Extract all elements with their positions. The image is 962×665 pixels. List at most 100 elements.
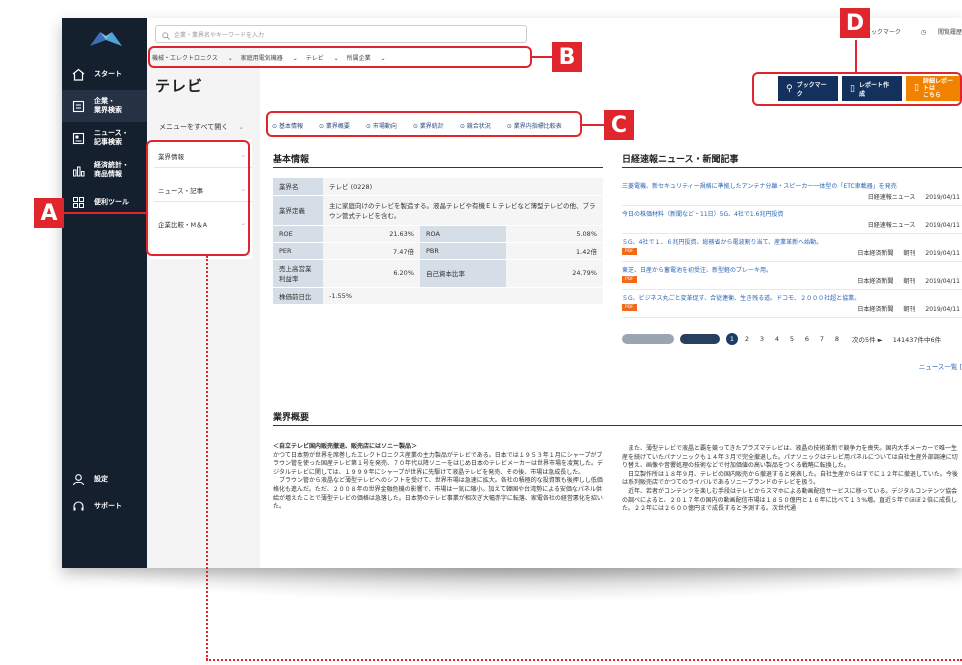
news-headline[interactable]: ５G、4社で１．６兆円投資、総務省から電波割り当て、産業革新へ始動。 <box>622 237 962 246</box>
bookmark-link[interactable]: ブックマーク <box>865 27 901 36</box>
overview-right-column: また、薄型テレビで液晶と覇を競ってきたプラズマテレビは、液晶の技術革新で競争力を… <box>622 445 962 514</box>
annotation-leader-c <box>582 124 604 126</box>
pdf-badge[interactable]: PDF <box>622 304 637 311</box>
stock-change-value: -1.55% <box>323 287 603 305</box>
news-item[interactable]: ５G、ビジネス丸ごと変革促す、合従連衡、生き残る道。ドコモ、２０００社超と協業。… <box>622 290 962 318</box>
news-meta: 日経速報ニュース 2019/04/11 <box>858 192 960 201</box>
news-date: 2019/04/11 <box>925 222 960 229</box>
annotation-box-c <box>266 111 582 137</box>
sidebar-item-news-search[interactable]: ニュース・ 記事検索 <box>62 122 147 154</box>
news-date: 2019/04/11 <box>925 306 960 313</box>
basic-info-title: 基本情報 <box>273 155 310 165</box>
annotation-leader-b <box>532 56 552 58</box>
table-row: 売上高営業利益率 6.20% 自己資本比率 24.79% <box>273 259 603 288</box>
page-button[interactable]: 2 <box>741 333 753 345</box>
top-links: ブックマーク ◷ 閲覧履歴 <box>855 27 962 36</box>
sidebar-item-label: ニュース・ 記事検索 <box>94 129 129 146</box>
pdf-badge[interactable]: PDF <box>622 276 637 283</box>
news-headline[interactable]: ５G、ビジネス丸ごと変革促す、合従連衡、生き残る道。ドコモ、２０００社超と協業。 <box>622 293 962 302</box>
menu-expand-label: メニューをすべて開く <box>159 123 229 131</box>
basic-info-table: 業界名 テレビ (0228) 業界定義 主に家庭向けのテレビを製造する。液晶テレ… <box>273 178 603 305</box>
pdf-badge[interactable]: PDF <box>622 248 637 255</box>
news-meta: 日本経済新聞 朝刊 2019/04/11 <box>847 248 960 257</box>
page-button[interactable]: 6 <box>801 333 813 345</box>
window-shadow <box>58 566 962 602</box>
sidebar-item-support[interactable]: サポート <box>62 490 147 522</box>
news-meta: 日本経済新聞 朝刊 2019/04/11 <box>847 304 960 313</box>
table-row: 株価前日比 -1.55% <box>273 287 603 305</box>
history-link[interactable]: ◷ 閲覧履歴 <box>911 27 962 36</box>
news-item[interactable]: 今日の株価材料（新聞など・11日）5G、4社で1.6兆円投資 日経速報ニュース 2… <box>622 206 962 234</box>
company-icon <box>70 98 86 114</box>
overview-title: 業界概要 <box>273 413 310 423</box>
page-button[interactable]: 1 <box>726 333 738 345</box>
news-item[interactable]: 三菱電機、新セキュリティー規格に準拠したアンテナ分離・スピーカー一体型の「ETC… <box>622 178 962 206</box>
overview-heading: ＜自立テレビ国内販売撤退、販売店にはソニー製品＞ <box>273 443 418 450</box>
table-value-cell: 1.42倍 <box>506 242 603 260</box>
sidebar-item-label: サポート <box>94 501 122 510</box>
news-edition: 朝刊 <box>903 250 916 257</box>
sidebar-item-label: スタート <box>94 69 122 78</box>
news-list-link[interactable]: ニュース一覧 [ <box>919 361 962 371</box>
page-button[interactable]: 3 <box>756 333 768 345</box>
home-icon <box>70 66 86 82</box>
table-header-cell: 業界名 <box>273 178 323 196</box>
tools-icon <box>70 194 86 210</box>
search-input[interactable]: 企業・業界名やキーワードを入力 <box>155 25 527 43</box>
sidebar-item-company-search[interactable]: 企業・ 業界検索 <box>62 90 147 122</box>
sidebar-item-label: 便利ツール <box>94 197 129 206</box>
table-row: PER 7.47倍 PBR 1.42倍 <box>273 242 603 260</box>
logo-icon <box>90 32 122 46</box>
news-title: 日経速報ニュース・新聞記事 <box>622 155 739 165</box>
history-label: 閲覧履歴 <box>937 29 962 36</box>
news-item[interactable]: ５G、4社で１．６兆円投資、総務省から電波割り当て、産業革新へ始動。 PDF 日… <box>622 234 962 262</box>
table-value-cell: 7.47倍 <box>323 242 420 260</box>
news-headline[interactable]: 今日の株価材料（新聞など・11日）5G、4社で1.6兆円投資 <box>622 209 962 218</box>
page-button[interactable]: 5 <box>786 333 798 345</box>
news-source: 日本経済新聞 <box>857 306 894 313</box>
table-header-cell: ROA <box>420 225 506 243</box>
annotation-leader-d <box>855 40 857 72</box>
news-date: 2019/04/11 <box>925 278 960 285</box>
news-item[interactable]: 東芝、日産から蓄電池を初受注、新型軽のブレーキ用。 PDF 日本経済新聞 朝刊 20… <box>622 262 962 290</box>
chevron-down-icon: ⌄ <box>238 123 245 131</box>
annotation-label-b: B <box>552 42 582 72</box>
annotation-box-a <box>146 140 250 256</box>
sidebar-item-label: 設定 <box>94 474 108 483</box>
news-list: 三菱電機、新セキュリティー規格に準拠したアンテナ分離・スピーカー一体型の「ETC… <box>622 178 962 318</box>
table-header-cell: 自己資本比率 <box>420 259 506 288</box>
news-headline[interactable]: 三菱電機、新セキュリティー規格に準拠したアンテナ分離・スピーカー一体型の「ETC… <box>622 181 962 190</box>
stats-icon <box>70 162 86 178</box>
page-button[interactable]: 8 <box>831 333 843 345</box>
page-button[interactable]: 7 <box>816 333 828 345</box>
section-rule <box>622 167 962 168</box>
annotation-label-c: C <box>604 110 634 140</box>
menu-expand-all[interactable]: メニューをすべて開く ⌄ <box>159 122 244 132</box>
table-value-cell: 5.08% <box>506 225 603 243</box>
news-meta: 日経速報ニュース 2019/04/11 <box>858 220 960 229</box>
section-rule <box>273 167 603 168</box>
sidebar-item-statistics[interactable]: 経済統計・ 商品情報 <box>62 154 147 186</box>
news-source: 日経速報ニュース <box>867 222 916 229</box>
news-source: 日本経済新聞 <box>857 278 894 285</box>
annotation-dotted-line <box>206 256 208 660</box>
sidebar-item-label: 経済統計・ 商品情報 <box>94 161 129 178</box>
table-row: 業界名 テレビ (0228) <box>273 178 603 196</box>
sidebar-item-start[interactable]: スタート <box>62 58 147 90</box>
page-button[interactable]: 4 <box>771 333 783 345</box>
news-source: 日経速報ニュース <box>867 194 916 201</box>
pager-progress-bar <box>680 334 720 344</box>
news-headline[interactable]: 東芝、日産から蓄電池を初受注、新型軽のブレーキ用。 <box>622 265 962 274</box>
overview-text: また、薄型テレビで液晶と覇を競ってきたプラズマテレビは、液晶の技術革新で競争力を… <box>622 445 958 513</box>
support-icon <box>70 498 86 514</box>
next-page-button[interactable]: 次の5件 ► <box>852 334 883 344</box>
news-meta: 日本経済新聞 朝刊 2019/04/11 <box>847 276 960 285</box>
page-title: テレビ <box>155 77 204 95</box>
industry-definition-value: 主に家庭向けのテレビを製造する。液晶テレビや有機ＥＬテレビなど薄型テレビの他、ブ… <box>323 195 603 226</box>
table-header-cell: 業界定義 <box>273 195 323 226</box>
table-header-cell: PER <box>273 242 323 260</box>
table-header-cell: PBR <box>420 242 506 260</box>
annotation-box-d <box>752 72 962 106</box>
table-value-cell: 24.79% <box>506 259 603 288</box>
pager-prev-bar[interactable] <box>622 334 674 344</box>
